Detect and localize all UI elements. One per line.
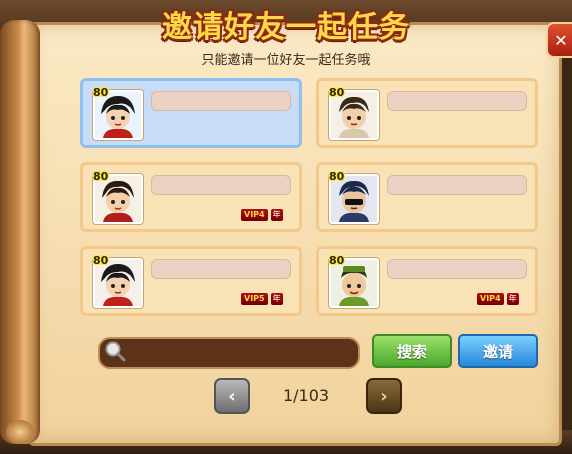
friend-name-field (151, 259, 291, 279)
level-badge: 80 (329, 86, 345, 99)
chevron-left-icon: ‹ (228, 385, 236, 407)
prev-page-button[interactable]: ‹ (214, 378, 250, 414)
next-page-button[interactable]: › (366, 378, 402, 414)
annual-tag: 年 (270, 293, 283, 305)
annual-tag: 年 (270, 209, 283, 221)
vip-level-tag: VIP5 (241, 293, 268, 305)
search-button[interactable]: 搜索 (372, 334, 452, 368)
friend-name-field (151, 91, 291, 111)
search-input[interactable] (98, 337, 360, 369)
chevron-right-icon: › (380, 385, 388, 407)
vip-badge: VIP4 年 (241, 209, 283, 221)
dialog-subtitle: 只能邀请一位好友一起任务哦 (201, 53, 371, 68)
invite-button[interactable]: 邀请 (458, 334, 538, 368)
friend-card[interactable]: 80 VIP4 年 (316, 246, 538, 316)
friend-name-field (387, 91, 527, 111)
vip-badge: VIP5 年 (241, 293, 283, 305)
dialog-title: 邀请好友一起任务 (162, 10, 410, 45)
scroll-rod (0, 20, 40, 444)
level-badge: 80 (329, 170, 345, 183)
vip-badge: VIP4 年 (477, 293, 519, 305)
page-indicator: 1/103 (282, 386, 330, 405)
annual-tag: 年 (506, 293, 519, 305)
friend-name-field (151, 175, 291, 195)
friend-name-field (387, 259, 527, 279)
friend-card[interactable]: 80 (80, 78, 302, 148)
friend-name-field (387, 175, 527, 195)
friend-card[interactable]: 80 (316, 162, 538, 232)
level-badge: 80 (93, 170, 109, 183)
vip-level-tag: VIP4 (477, 293, 504, 305)
friend-card[interactable]: 80 VIP5 年 (80, 246, 302, 316)
level-badge: 80 (93, 86, 109, 99)
level-badge: 80 (93, 254, 109, 267)
friend-card[interactable]: 80 VIP4 年 (80, 162, 302, 232)
vip-level-tag: VIP4 (241, 209, 268, 221)
level-badge: 80 (329, 254, 345, 267)
search-icon (104, 340, 126, 362)
friend-card[interactable]: 80 (316, 78, 538, 148)
